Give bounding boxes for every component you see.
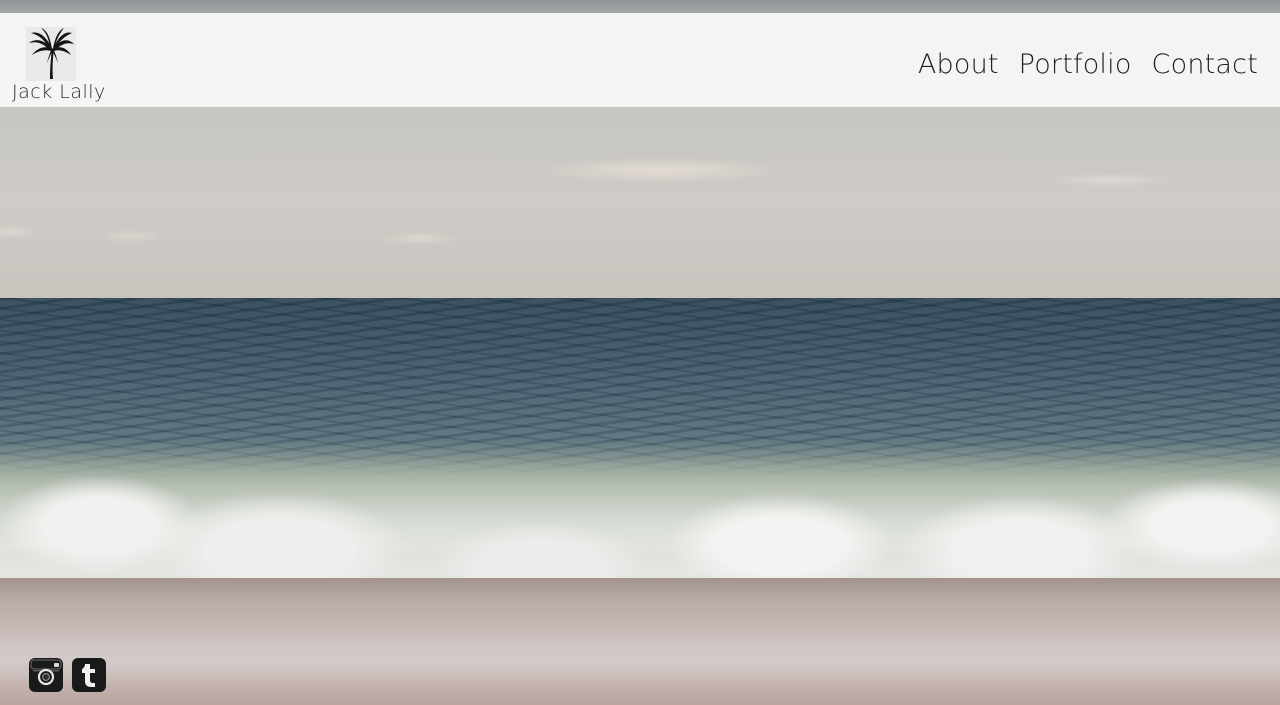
palm-tree-icon [26, 27, 76, 81]
nav-portfolio[interactable]: Portfolio [1019, 51, 1132, 78]
site-header: Jack Lally About Portfolio Contact [0, 13, 1280, 107]
tumblr-icon[interactable] [72, 658, 106, 692]
social-links [29, 658, 106, 692]
site-logo[interactable]: Jack Lally [10, 27, 106, 105]
nav-contact[interactable]: Contact [1152, 51, 1258, 78]
logo-text: Jack Lally [12, 81, 106, 103]
nav-about[interactable]: About [918, 51, 999, 78]
wet-sand [0, 640, 1280, 685]
main-nav: About Portfolio Contact [918, 51, 1258, 78]
instagram-icon[interactable] [29, 658, 63, 692]
